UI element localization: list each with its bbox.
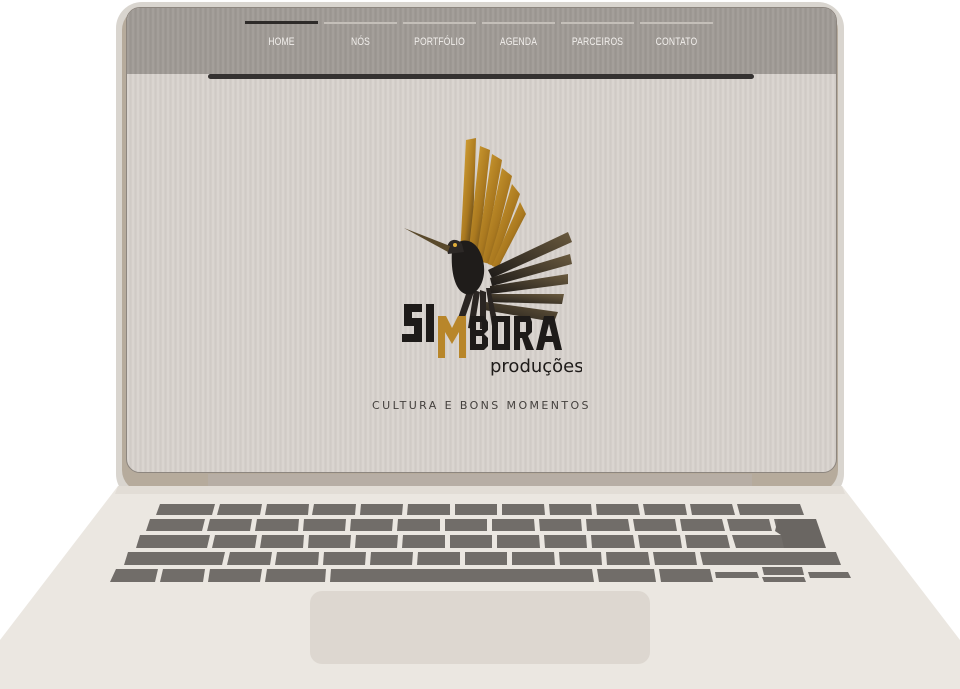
trackpad[interactable] xyxy=(310,591,650,664)
keyboard xyxy=(110,504,851,582)
